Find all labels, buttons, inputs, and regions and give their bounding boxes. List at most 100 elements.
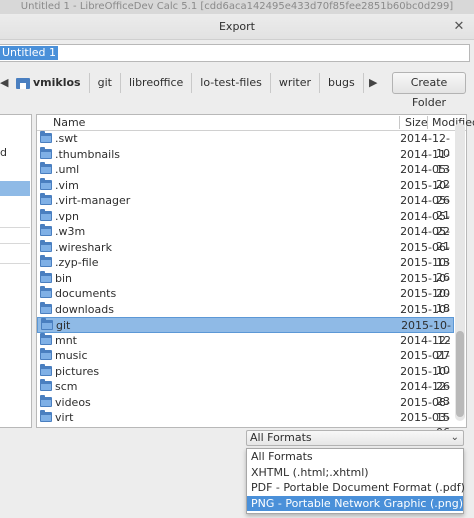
- path-back-arrow-icon[interactable]: ◀: [0, 75, 12, 91]
- folder-icon: [40, 131, 52, 143]
- home-folder-icon: [16, 77, 30, 89]
- folder-icon: [40, 410, 52, 422]
- format-option[interactable]: PNG - Portable Network Graphic (.png): [247, 495, 463, 511]
- folder-icon: [40, 208, 52, 221]
- folder-icon: [40, 224, 52, 236]
- file-list-header: Name Size Modified: [37, 115, 474, 131]
- file-list: Name Size Modified .swt2014-12-10.thumbn…: [36, 114, 474, 439]
- places-separator: [0, 263, 30, 264]
- folder-icon: [40, 301, 52, 314]
- file-row[interactable]: .vim 2015-10-26: [37, 177, 454, 207]
- file-name: git: [56, 319, 71, 332]
- file-name: downloads: [55, 302, 114, 316]
- crumb-libreoffice[interactable]: libreoffice: [121, 73, 193, 93]
- file-row[interactable]: .w3m 2014-05-21: [37, 224, 454, 253]
- file-rows: .swt 2014-12-10 .thumbnails 2014-11-13 .uml 2…: [37, 131, 454, 439]
- file-name: documents: [55, 287, 117, 300]
- folder-icon: [40, 193, 52, 205]
- file-name: .vpn: [55, 209, 79, 223]
- file-row[interactable]: mnt 2014-12-27: [37, 332, 454, 362]
- file-name: .wireshark: [55, 240, 112, 254]
- file-row[interactable]: .uml 2014-05-22: [37, 162, 454, 191]
- file-row[interactable]: documents 2015-10-18: [37, 286, 454, 315]
- file-name: pictures: [55, 364, 100, 378]
- file-row[interactable]: .virt-manager 2014-05-21: [37, 193, 454, 222]
- path-bar: ◀ vmiklos git libreoffice lo-test-files …: [0, 70, 474, 109]
- crumb-git[interactable]: git: [90, 73, 121, 93]
- folder-icon: [40, 255, 52, 267]
- breadcrumb: vmiklos git libreoffice lo-test-files wr…: [14, 73, 364, 93]
- file-name: .w3m: [55, 225, 86, 238]
- file-row[interactable]: .thumbnails 2014-11-13: [37, 146, 454, 176]
- format-menu: All Formats XHTML (.html;.xhtml) PDF - Por…: [246, 448, 465, 514]
- file-name: scm: [55, 380, 78, 393]
- places-separator: [0, 243, 30, 244]
- close-icon[interactable]: ✕: [450, 18, 468, 36]
- file-name: .virt-manager: [55, 194, 131, 207]
- folder-icon: [40, 239, 52, 252]
- file-row[interactable]: pictures 2015-10-26: [37, 363, 454, 393]
- folder-icon: [40, 348, 52, 360]
- file-row[interactable]: git 2015-10-12: [37, 317, 454, 347]
- file-row[interactable]: videos 2015-08-15: [37, 394, 454, 424]
- format-option[interactable]: All Formats: [247, 449, 463, 465]
- file-row[interactable]: downloads2015-10-18: [37, 301, 454, 331]
- file-row[interactable]: .zyp-file 2015-10-26: [37, 255, 454, 284]
- folder-icon: [40, 162, 52, 174]
- places-sidebar: d: [0, 114, 32, 428]
- column-divider: [427, 116, 428, 129]
- file-name: .thumbnails: [55, 147, 121, 161]
- path-forward-arrow-icon[interactable]: ▶: [369, 75, 381, 91]
- file-row[interactable]: .swt 2014-12-10: [37, 131, 454, 160]
- create-folder-button[interactable]: Create Folder: [392, 72, 466, 109]
- crumb-lo-test-files[interactable]: lo-test-files: [192, 73, 271, 93]
- file-name-value[interactable]: Untitled 1: [0, 46, 59, 60]
- crumb-label: vmiklos: [33, 76, 81, 89]
- folder-icon: [40, 286, 52, 298]
- format-dropdown[interactable]: All Formats ⌄: [246, 430, 464, 446]
- places-separator: [0, 227, 30, 228]
- file-name: .swt: [55, 132, 78, 145]
- file-name: virt: [55, 411, 74, 424]
- file-row[interactable]: music 2015-01-10: [37, 348, 454, 377]
- dialog-title: Export: [218, 20, 255, 33]
- format-option[interactable]: XHTML (.html;.xhtml): [247, 465, 463, 481]
- scrollbar-thumb[interactable]: [456, 331, 464, 417]
- file-name: videos: [55, 395, 91, 409]
- place-item-selected[interactable]: [0, 181, 30, 196]
- file-name: .zyp-file: [55, 256, 99, 269]
- folder-icon: [40, 394, 52, 407]
- dialog-titlebar: Export ✕: [0, 14, 474, 40]
- background-window-title: Untitled 1 - LibreOfficeDev Calc 5.1 [cd…: [0, 0, 474, 14]
- file-list-scrollbar[interactable]: [455, 123, 465, 421]
- column-header-modified[interactable]: Modified: [432, 115, 474, 130]
- file-row[interactable]: virt2015-03-06: [37, 410, 454, 439]
- folder-icon: [40, 363, 52, 376]
- folder-icon: [40, 379, 52, 391]
- file-name: mnt: [55, 333, 77, 347]
- crumb-home[interactable]: vmiklos: [14, 73, 90, 93]
- format-dropdown-value: All Formats: [250, 431, 312, 444]
- file-row[interactable]: .wireshark 2015-06-13: [37, 239, 454, 269]
- file-row[interactable]: scm 2014-12-23: [37, 379, 454, 408]
- file-name: bin: [55, 271, 73, 285]
- column-divider: [399, 116, 400, 129]
- folder-icon: [40, 332, 52, 345]
- folder-icon: [40, 146, 52, 159]
- file-name-input[interactable]: Untitled 1: [0, 44, 470, 62]
- crumb-writer[interactable]: writer: [271, 73, 321, 93]
- column-header-size[interactable]: Size: [405, 115, 428, 130]
- file-row[interactable]: .vpn 2014-05-22: [37, 208, 454, 238]
- folder-icon: [40, 177, 52, 190]
- file-name: .uml: [55, 163, 80, 176]
- file-row[interactable]: bin 2015-10-20: [37, 270, 454, 300]
- file-name: .vim: [55, 178, 79, 192]
- format-option[interactable]: PDF - Portable Document Format (.pdf): [247, 480, 465, 496]
- crumb-bugs[interactable]: bugs: [320, 73, 364, 93]
- column-header-name[interactable]: Name: [53, 115, 85, 130]
- chevron-down-icon: ⌄: [450, 432, 459, 443]
- folder-icon: [40, 270, 52, 283]
- file-name: music: [55, 349, 88, 362]
- folder-icon: [41, 318, 53, 330]
- place-item[interactable]: d: [0, 145, 30, 160]
